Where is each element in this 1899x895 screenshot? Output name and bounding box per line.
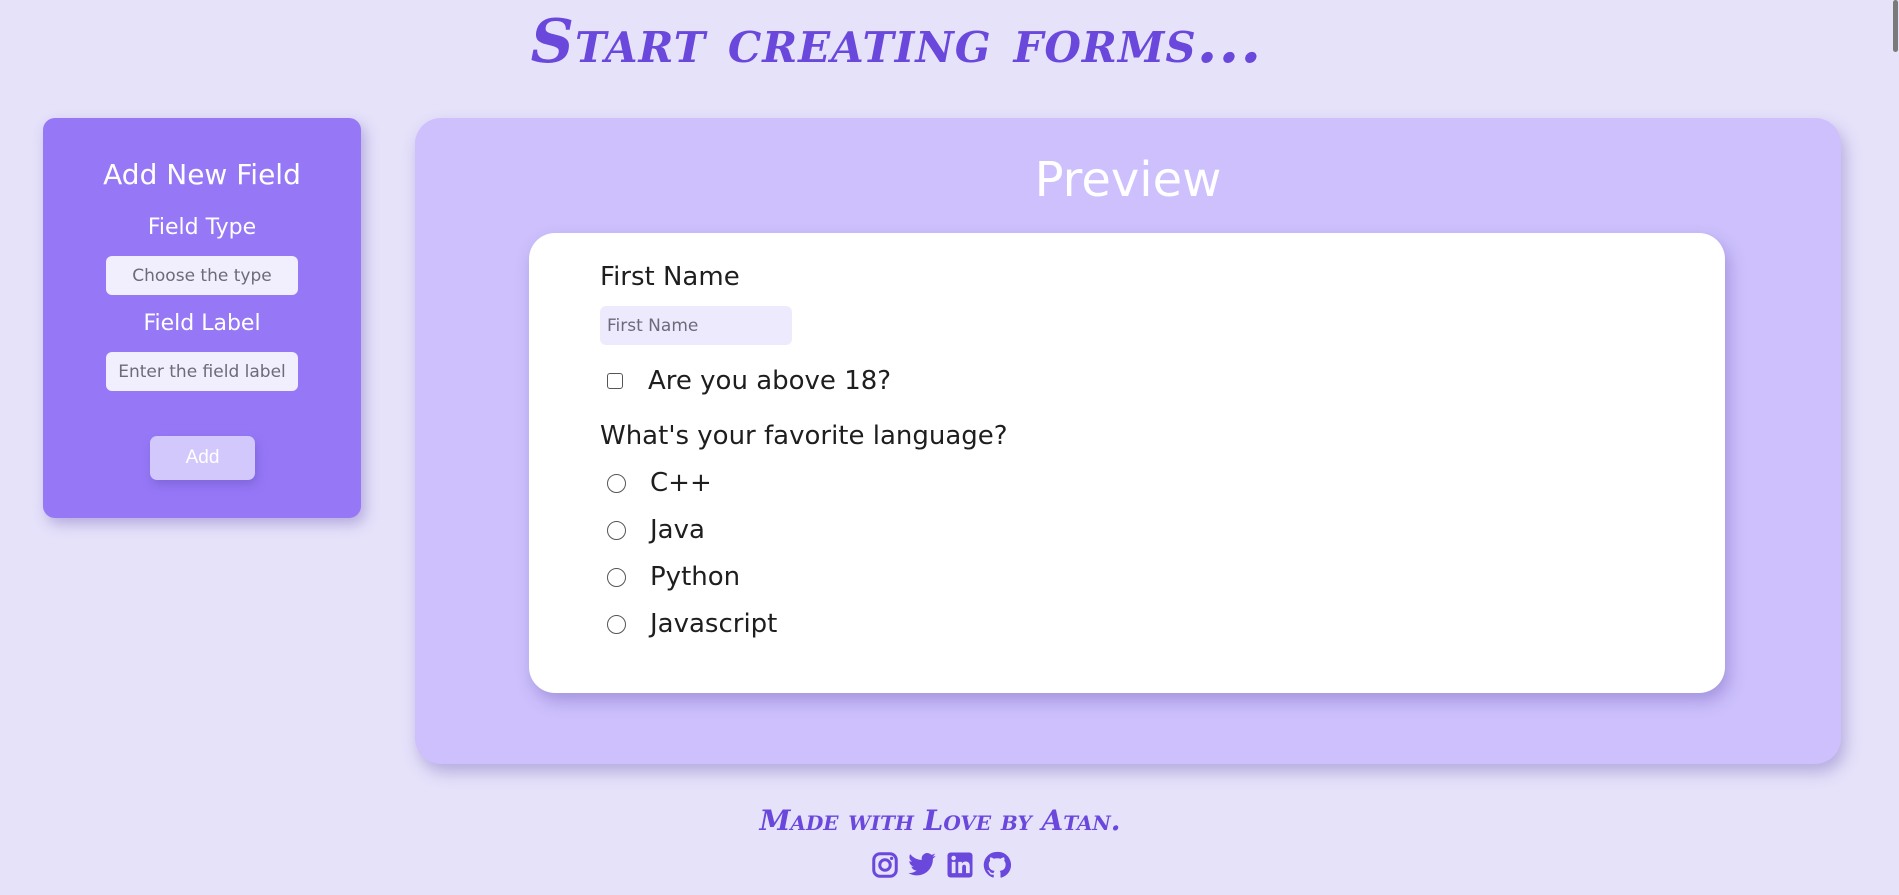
- add-button[interactable]: Add: [150, 436, 255, 480]
- field-label-label: Field Label: [143, 311, 261, 336]
- first-name-input[interactable]: [600, 306, 792, 345]
- page-title: Start creating forms...: [530, 7, 1263, 77]
- linkedin-icon[interactable]: [945, 850, 975, 880]
- radio-javascript-label: Javascript: [650, 609, 778, 639]
- radio-cpp-label: C++: [650, 468, 712, 498]
- instagram-icon[interactable]: [870, 850, 900, 880]
- radio-cpp[interactable]: [607, 474, 626, 493]
- age-checkbox-label: Are you above 18?: [648, 366, 892, 396]
- radio-java[interactable]: [607, 521, 626, 540]
- add-field-heading: Add New Field: [103, 158, 301, 191]
- field-type-label: Field Type: [147, 215, 257, 240]
- first-name-label: First Name: [600, 262, 740, 292]
- github-icon[interactable]: [982, 850, 1012, 880]
- radio-python[interactable]: [607, 568, 626, 587]
- scrollbar-track[interactable]: [1891, 0, 1899, 895]
- preview-heading: Preview: [1034, 152, 1222, 208]
- radio-javascript[interactable]: [607, 615, 626, 634]
- age-checkbox[interactable]: [607, 373, 623, 389]
- add-field-panel: Add New Field Field Type Field Label Add: [43, 118, 361, 518]
- preview-panel: Preview First Name Are you above 18? Wha…: [415, 118, 1841, 764]
- scrollbar-thumb[interactable]: [1893, 0, 1898, 52]
- field-type-input[interactable]: [106, 256, 298, 295]
- language-question: What's your favorite language?: [600, 421, 1008, 451]
- footer-credit: Made with Love by Atan.: [759, 804, 1121, 837]
- form-preview-card: First Name Are you above 18? What's your…: [529, 233, 1725, 693]
- field-label-input[interactable]: [106, 352, 298, 391]
- radio-python-label: Python: [650, 562, 741, 592]
- twitter-icon[interactable]: [907, 850, 937, 880]
- radio-java-label: Java: [650, 515, 705, 545]
